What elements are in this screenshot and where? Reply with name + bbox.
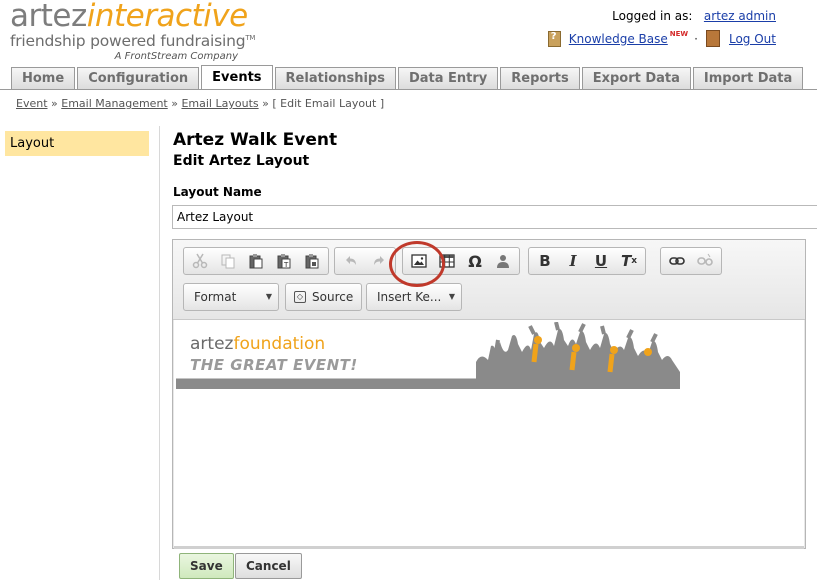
email-banner-image: artezfoundation THE GREAT EVENT!: [176, 322, 680, 389]
tab-reports[interactable]: Reports: [500, 67, 580, 89]
crowd-silhouette: [476, 322, 680, 389]
login-info: Logged in as: artez admin: [612, 9, 776, 23]
editor-content-area[interactable]: artezfoundation THE GREAT EVENT!: [174, 320, 804, 546]
knowledge-base-link[interactable]: Knowledge Base: [569, 32, 668, 46]
logo-wordmark: artezinteractive: [10, 0, 248, 34]
layout-name-label: Layout Name: [173, 185, 262, 199]
underline-icon[interactable]: U: [587, 249, 615, 273]
tab-relationships[interactable]: Relationships: [274, 67, 396, 89]
tab-export-data[interactable]: Export Data: [581, 67, 691, 89]
bold-icon[interactable]: B: [531, 249, 559, 273]
logout-door-icon: [705, 30, 720, 47]
breadcrumb: Event » Email Management » Email Layouts…: [16, 97, 385, 110]
tab-import-data[interactable]: Import Data: [692, 67, 804, 89]
sidebar: Layout: [0, 126, 160, 580]
table-icon[interactable]: [433, 249, 461, 273]
tab-configuration[interactable]: Configuration: [77, 67, 200, 89]
format-dropdown[interactable]: Format ▼: [183, 283, 279, 311]
basic-styles-group: B I U Tx: [528, 247, 646, 275]
artez-logo: artezinteractive friendship powered fund…: [10, 0, 255, 62]
link-icon[interactable]: [663, 249, 691, 273]
tab-data-entry[interactable]: Data Entry: [397, 67, 499, 89]
sidebar-item-layout[interactable]: Layout: [5, 131, 149, 156]
source-icon: ◇: [294, 291, 306, 303]
banner-tagline: THE GREAT EVENT!: [190, 356, 358, 374]
banner-logo: artezfoundation: [190, 334, 326, 354]
help-links: Knowledge Base NEW · Log Out: [547, 29, 776, 47]
insert-keyword-dropdown[interactable]: Insert Ke... ▼: [366, 283, 462, 311]
undo-group: [334, 247, 396, 275]
chevron-down-icon: ▼: [265, 292, 272, 301]
user-icon[interactable]: [489, 249, 517, 273]
link-group: [660, 247, 722, 275]
source-button[interactable]: ◇ Source: [285, 283, 363, 311]
cut-icon[interactable]: [186, 249, 214, 273]
paste-icon[interactable]: [242, 249, 270, 273]
layout-name-input[interactable]: [172, 205, 817, 229]
main-tabs: Home Configuration Events Relationships …: [11, 65, 805, 89]
page-subtitle: Edit Artez Layout: [173, 153, 310, 169]
chevron-down-icon: ▼: [448, 292, 455, 301]
special-char-icon[interactable]: Ω: [461, 249, 489, 273]
italic-icon[interactable]: I: [559, 249, 587, 273]
new-badge: NEW: [669, 29, 689, 38]
unlink-icon[interactable]: [691, 249, 719, 273]
breadcrumb-email-layouts[interactable]: Email Layouts: [181, 97, 258, 110]
rich-text-editor: T Ω B I U T x Format ▼ ◇ Source Insert K…: [172, 239, 806, 549]
tab-divider: [0, 89, 817, 90]
paste-text-icon[interactable]: T: [270, 249, 298, 273]
paste-word-icon[interactable]: [298, 249, 326, 273]
breadcrumb-event[interactable]: Event: [16, 97, 48, 110]
knowledge-base-icon: [547, 30, 561, 47]
clipboard-group: T: [183, 247, 329, 275]
breadcrumb-email-management[interactable]: Email Management: [61, 97, 167, 110]
separator-dot: ·: [694, 31, 698, 46]
editor-status-bar: [174, 546, 804, 549]
cancel-button[interactable]: Cancel: [235, 553, 302, 579]
save-button[interactable]: Save: [179, 553, 234, 579]
insert-group: Ω: [402, 247, 520, 275]
logged-in-label: Logged in as:: [612, 9, 693, 23]
breadcrumb-current: [ Edit Email Layout ]: [272, 97, 385, 110]
tab-events[interactable]: Events: [201, 65, 273, 89]
svg-text:T: T: [283, 261, 289, 269]
tab-home[interactable]: Home: [11, 67, 76, 89]
logo-tagline: friendship powered fundraisingTM: [10, 32, 256, 51]
copy-icon[interactable]: [214, 249, 242, 273]
editor-toolbar: T Ω B I U T x Format ▼ ◇ Source Insert K…: [173, 240, 805, 320]
user-link[interactable]: artez admin: [704, 9, 776, 23]
image-icon[interactable]: [405, 249, 433, 273]
remove-format-icon[interactable]: Tx: [615, 249, 643, 273]
redo-icon[interactable]: [365, 249, 393, 273]
event-title: Artez Walk Event: [173, 130, 338, 150]
logo-company: A FrontStream Company: [114, 51, 238, 63]
logout-link[interactable]: Log Out: [729, 32, 776, 46]
undo-icon[interactable]: [337, 249, 365, 273]
